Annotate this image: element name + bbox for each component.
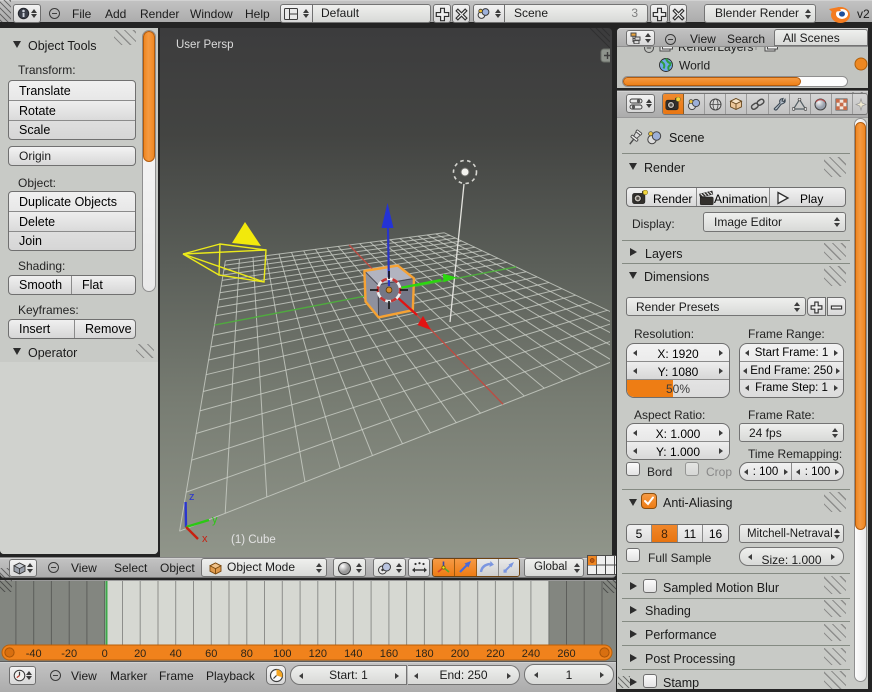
svg-text:200: 200 [451, 648, 469, 660]
svg-text:120: 120 [309, 648, 327, 660]
svg-text:-40: -40 [26, 648, 42, 660]
svg-text:RenderLayers: RenderLayers [678, 47, 753, 54]
svg-text:x: x [202, 533, 208, 545]
svg-text:100: 100 [273, 648, 291, 660]
svg-text:0: 0 [102, 648, 108, 660]
svg-text:220: 220 [486, 648, 504, 660]
svg-text:User Persp: User Persp [176, 39, 234, 51]
svg-text:z: z [189, 491, 195, 503]
svg-text:60: 60 [205, 648, 217, 660]
svg-text:240: 240 [522, 648, 540, 660]
svg-text:World: World [679, 59, 710, 73]
svg-text:-20: -20 [61, 648, 77, 660]
svg-text:180: 180 [415, 648, 433, 660]
svg-text:160: 160 [380, 648, 398, 660]
svg-text:40: 40 [170, 648, 182, 660]
svg-text:80: 80 [241, 648, 253, 660]
svg-text:20: 20 [134, 648, 146, 660]
svg-text:260: 260 [557, 648, 575, 660]
svg-text:(1) Cube: (1) Cube [231, 534, 276, 546]
svg-text:y: y [212, 514, 218, 526]
svg-text:140: 140 [344, 648, 362, 660]
